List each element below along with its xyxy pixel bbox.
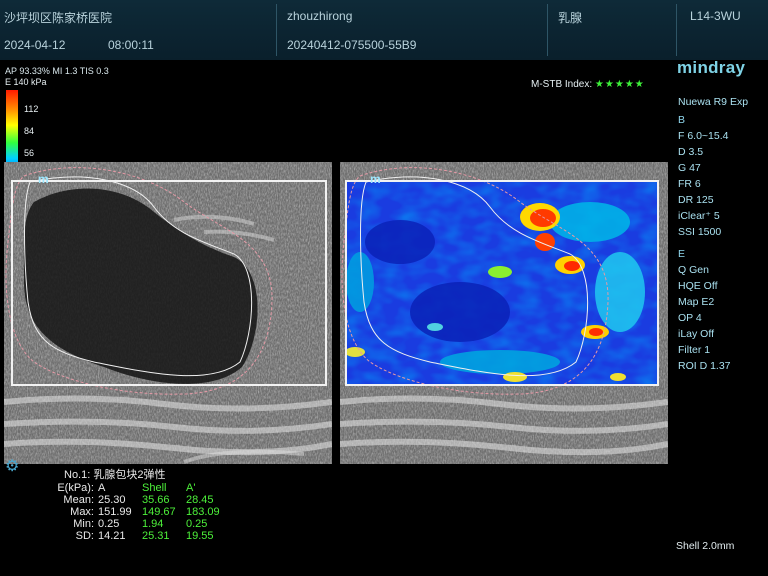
stats-col-shell: Shell xyxy=(142,482,167,494)
stats-label: Mean: xyxy=(63,494,94,506)
b-param: FR 6 xyxy=(678,178,701,190)
stats-value-a: 25.30 xyxy=(98,494,126,506)
b-mode-header: B xyxy=(678,114,686,126)
parameter-panel: Nuewa R9 Exp B F 6.0~15.4 D 3.5 G 47 FR … xyxy=(678,94,768,374)
roi-box[interactable] xyxy=(11,180,327,386)
shell-size-readout: Shell 2.0mm xyxy=(676,540,735,552)
stats-value-aprime: 19.55 xyxy=(186,530,214,542)
e-param: iLay Off xyxy=(678,328,714,340)
stats-value-shell: 35.66 xyxy=(142,494,170,506)
hospital-name: 沙坪坝区陈家桥医院 xyxy=(4,11,113,25)
e-mode-header: E xyxy=(678,248,686,260)
e-param: ROI D 1.37 xyxy=(678,360,731,372)
stats-value-aprime: 0.25 xyxy=(186,518,208,530)
orientation-marker: m xyxy=(38,172,49,186)
header-divider xyxy=(676,4,677,56)
mstb-label: M-STB Index: xyxy=(531,79,593,90)
e-param: OP 4 xyxy=(678,312,702,324)
stats-value-aprime: 183.09 xyxy=(186,506,220,518)
acoustic-power-readout: AP 93.33% MI 1.3 TIS 0.3 xyxy=(5,66,109,76)
measurement-title: No.1: 乳腺包块2弹性 xyxy=(64,469,166,481)
stats-label: E(kPa): xyxy=(57,482,94,494)
stats-value-a: 151.99 xyxy=(98,506,132,518)
colorbar-tick: 56 xyxy=(24,148,35,158)
stats-value-shell: 1.94 xyxy=(142,518,164,530)
brand-logo: mindray xyxy=(677,58,746,77)
exam-time: 08:00:11 xyxy=(108,38,154,52)
stats-col-aprime: A' xyxy=(186,482,196,494)
b-param: G 47 xyxy=(678,162,701,174)
stats-label: Min: xyxy=(73,518,94,530)
b-param: SSI 1500 xyxy=(678,226,722,238)
bmode-image-panel[interactable]: m xyxy=(4,162,332,464)
header-divider xyxy=(547,4,548,56)
mstb-stars-icon: ★★★★★ xyxy=(594,79,645,90)
header-bar: 沙坪坝区陈家桥医院 2024-04-12 08:00:11 zhouzhiron… xyxy=(0,0,768,60)
colorbar-unit: E 140 kPa xyxy=(5,77,47,87)
e-param: HQE Off xyxy=(678,280,718,292)
stats-value-shell: 25.31 xyxy=(142,530,170,542)
mstb-index: M-STB Index: ★★★★★ xyxy=(531,79,645,90)
exam-id: 20240412-075500-55B9 xyxy=(287,38,417,52)
colorbar-tick: 112 xyxy=(24,104,39,114)
orientation-marker: m xyxy=(370,172,381,186)
stats-value-shell: 149.67 xyxy=(142,506,176,518)
b-param: F 6.0~15.4 xyxy=(678,130,729,142)
b-param: DR 125 xyxy=(678,194,714,206)
stats-value-a: 14.21 xyxy=(98,530,126,542)
exam-type: 乳腺 xyxy=(558,11,583,25)
stats-label: Max: xyxy=(70,506,94,518)
b-param: iClear⁺ 5 xyxy=(678,210,720,222)
gear-icon[interactable]: ⚙ xyxy=(5,456,19,476)
header-divider xyxy=(276,4,277,56)
e-param: Filter 1 xyxy=(678,344,711,356)
e-param: Q Gen xyxy=(678,264,709,276)
stats-label: SD: xyxy=(75,530,94,542)
stats-value-aprime: 28.45 xyxy=(186,494,214,506)
operator-name: zhouzhirong xyxy=(287,9,353,23)
colorbar-tick: 84 xyxy=(24,126,35,136)
exam-date: 2024-04-12 xyxy=(4,38,66,52)
elastography-image-panel[interactable]: m xyxy=(340,162,668,464)
system-model: Nuewa R9 Exp xyxy=(678,96,749,108)
roi-box[interactable] xyxy=(345,180,659,386)
b-param: D 3.5 xyxy=(678,146,704,158)
stats-value-a: 0.25 xyxy=(98,518,120,530)
probe-model: L14-3WU xyxy=(690,9,741,23)
stats-col-a: A xyxy=(98,482,106,494)
e-param: Map E2 xyxy=(678,296,715,308)
